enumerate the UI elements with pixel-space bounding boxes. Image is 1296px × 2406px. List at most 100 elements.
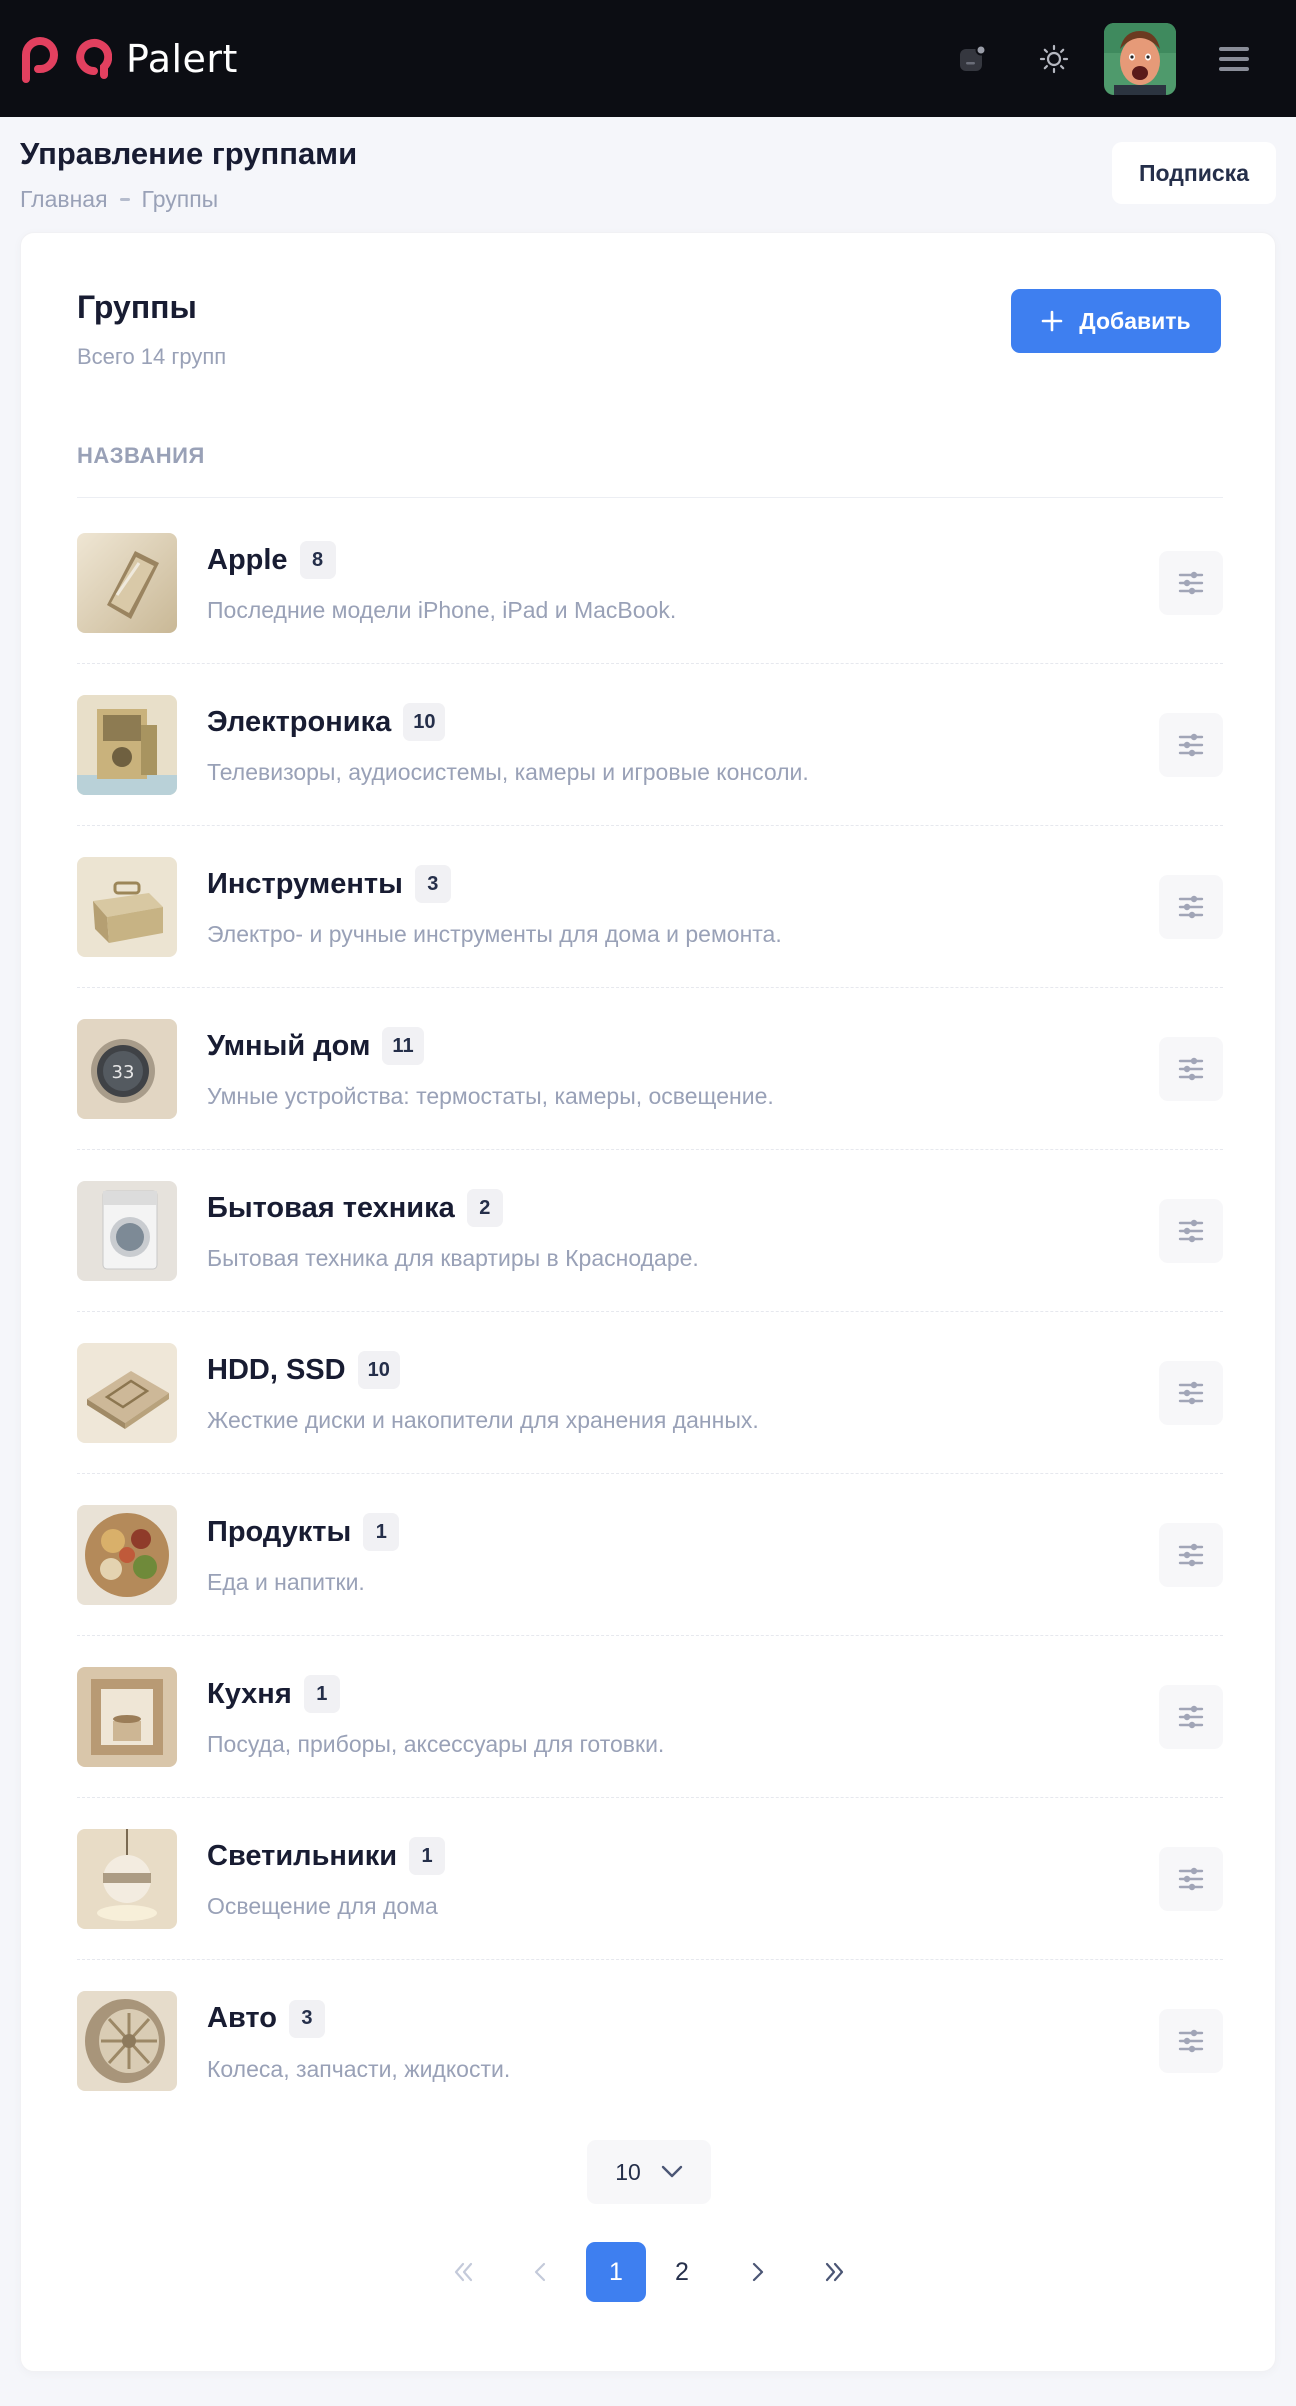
drive-thumbnail-icon[interactable]: [77, 1342, 177, 1443]
group-name[interactable]: Продукты: [207, 1516, 351, 1549]
group-settings-button[interactable]: [1159, 874, 1223, 939]
group-count-badge: 3: [414, 865, 451, 903]
pagination: 1 2: [21, 2242, 1277, 2302]
palert-logo-icon: [22, 36, 112, 83]
page-2-button[interactable]: 2: [652, 2242, 712, 2302]
group-name[interactable]: Авто: [207, 2002, 277, 2035]
notifications-button[interactable]: [944, 31, 1000, 87]
per-page-select[interactable]: 10: [587, 2140, 711, 2204]
washing-machine-thumbnail-icon[interactable]: [77, 1180, 177, 1281]
chevron-left-icon: [534, 2262, 546, 2282]
group-name[interactable]: HDD, SSD: [207, 1354, 346, 1387]
group-row: Бытовая техника 2 Бытовая техника для кв…: [77, 1150, 1223, 1312]
group-settings-button[interactable]: [1159, 1360, 1223, 1425]
theme-toggle-button[interactable]: [1026, 31, 1082, 87]
sliders-icon: [1178, 895, 1204, 918]
group-description: Умные устройства: термостаты, камеры, ос…: [207, 1083, 774, 1109]
group-row: Светильники 1 Освещение для дома: [77, 1798, 1223, 1960]
page-1-button[interactable]: 1: [586, 2242, 646, 2302]
sliders-icon: [1178, 571, 1204, 594]
group-row: Продукты 1 Еда и напитки.: [77, 1474, 1223, 1636]
logo[interactable]: Palert: [20, 33, 238, 85]
group-description: Освещение для дома: [207, 1893, 438, 1919]
breadcrumb-home[interactable]: Главная: [20, 186, 108, 213]
last-page-button[interactable]: [804, 2242, 864, 2302]
plus-icon: [1041, 310, 1063, 332]
group-description: Последние модели iPhone, iPad и MacBook.: [207, 597, 677, 623]
add-group-button[interactable]: Добавить: [1011, 289, 1221, 353]
group-description: Электро- и ручные инструменты для дома и…: [207, 921, 782, 947]
group-name[interactable]: Инструменты: [207, 868, 403, 901]
group-name[interactable]: Кухня: [207, 1678, 292, 1711]
column-header-names: НАЗВАНИЯ: [77, 443, 1223, 498]
group-settings-button[interactable]: [1159, 1036, 1223, 1101]
sliders-icon: [1178, 1867, 1204, 1890]
group-description: Колеса, запчасти, жидкости.: [207, 2055, 511, 2082]
sliders-icon: [1178, 1219, 1204, 1242]
group-count-badge: 3: [288, 1999, 325, 2038]
sliders-icon: [1178, 733, 1204, 756]
sliders-icon: [1178, 1381, 1204, 1404]
group-description: Жесткие диски и накопители для хранения …: [207, 1407, 759, 1433]
food-thumbnail-icon[interactable]: [77, 1504, 177, 1605]
lamp-thumbnail-icon[interactable]: [77, 1828, 177, 1929]
group-row: Кухня 1 Посуда, приборы, аксессуары для …: [77, 1636, 1223, 1798]
add-button-label: Добавить: [1079, 307, 1191, 334]
groups-card: Группы Всего 14 групп Добавить НАЗВАНИЯ: [20, 232, 1276, 2372]
subscription-button[interactable]: Подписка: [1112, 142, 1276, 204]
avatar-image: [1104, 22, 1176, 95]
group-name[interactable]: Электроника: [207, 706, 391, 739]
groups-total: Всего 14 групп: [77, 344, 227, 369]
page-title: Управление группами: [20, 136, 358, 171]
group-name[interactable]: Умный дом: [207, 1030, 370, 1063]
group-row: Инструменты 3 Электро- и ручные инструме…: [77, 826, 1223, 988]
group-description: Телевизоры, аудиосистемы, камеры и игров…: [207, 759, 809, 785]
group-row: 33 Умный дом 11 Умные устройства: термос…: [77, 988, 1223, 1150]
group-row: HDD, SSD 10 Жесткие диски и накопители д…: [77, 1312, 1223, 1474]
logo-text: Palert: [126, 36, 238, 81]
chevron-down-icon: [661, 2165, 682, 2178]
group-settings-button[interactable]: [1159, 550, 1223, 615]
group-description: Бытовая техника для квартиры в Краснодар…: [207, 1245, 699, 1271]
thermostat-thumbnail-icon[interactable]: 33: [77, 1018, 177, 1119]
sliders-icon: [1178, 1543, 1204, 1566]
sliders-icon: [1178, 1057, 1204, 1080]
toolbox-thumbnail-icon[interactable]: [77, 856, 177, 957]
notification-icon: [960, 44, 987, 71]
group-name[interactable]: Бытовая техника: [207, 1192, 455, 1225]
group-count-badge: 1: [303, 1675, 340, 1713]
group-settings-button[interactable]: [1159, 1198, 1223, 1263]
group-settings-button[interactable]: [1159, 1684, 1223, 1749]
breadcrumb: Главная Группы: [20, 186, 1276, 213]
group-settings-button[interactable]: [1159, 1846, 1223, 1911]
group-name[interactable]: Apple: [207, 544, 288, 577]
group-settings-button[interactable]: [1159, 1522, 1223, 1587]
menu-button[interactable]: [1206, 31, 1262, 87]
group-row: Электроника 10 Телевизоры, аудиосистемы,…: [77, 664, 1223, 826]
kitchen-thumbnail-icon[interactable]: [77, 1666, 177, 1767]
hamburger-menu-icon: [1219, 46, 1249, 71]
group-row: Apple 8 Последние модели iPhone, iPad и …: [77, 502, 1223, 664]
group-settings-button[interactable]: [1159, 712, 1223, 777]
group-name[interactable]: Светильники: [207, 1840, 397, 1873]
group-count-badge: 1: [409, 1837, 446, 1875]
group-description: Еда и напитки.: [207, 1569, 365, 1595]
group-count-badge: 1: [363, 1513, 400, 1551]
group-settings-button[interactable]: [1159, 2009, 1223, 2073]
sliders-icon: [1178, 2029, 1204, 2053]
card-title: Группы: [77, 289, 197, 325]
sun-icon: [1039, 44, 1069, 73]
user-avatar[interactable]: [1104, 22, 1176, 95]
electronics-thumbnail-icon[interactable]: [77, 694, 177, 795]
double-chevron-left-icon: [454, 2262, 473, 2282]
double-chevron-right-icon: [825, 2262, 844, 2282]
wheel-thumbnail-icon[interactable]: [77, 1991, 177, 2091]
phone-thumbnail-icon[interactable]: [77, 532, 177, 633]
previous-page-button[interactable]: [510, 2242, 570, 2302]
next-page-button[interactable]: [728, 2242, 788, 2302]
svg-text:33: 33: [112, 1062, 135, 1083]
group-description: Посуда, приборы, аксессуары для готовки.: [207, 1731, 665, 1757]
page-header: Управление группами Главная Группы Подпи…: [20, 136, 1276, 213]
sliders-icon: [1178, 1705, 1204, 1728]
first-page-button[interactable]: [434, 2242, 494, 2302]
